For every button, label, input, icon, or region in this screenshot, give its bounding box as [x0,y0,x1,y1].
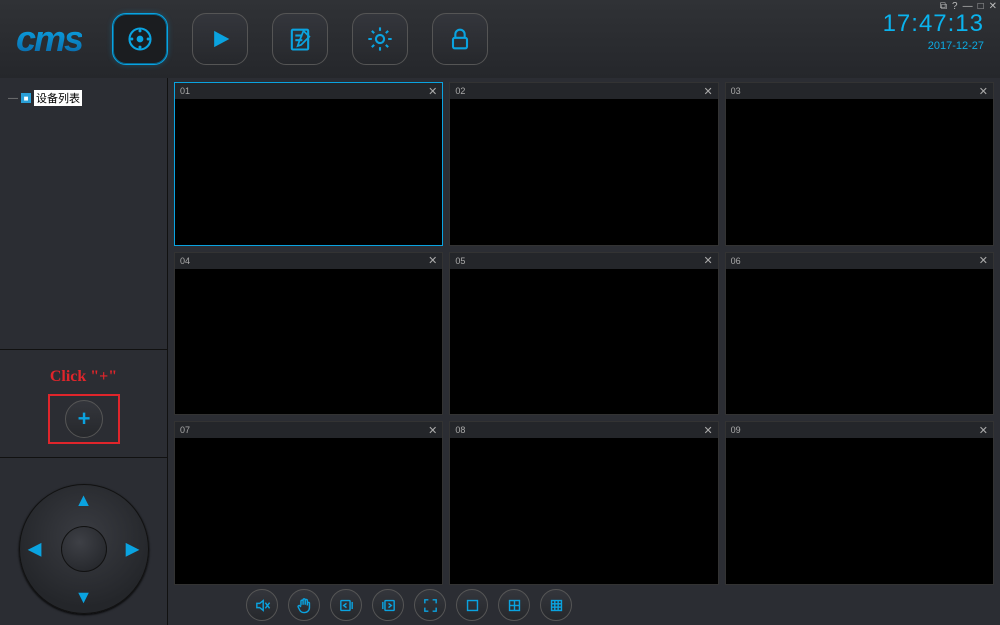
video-cell-header: 01 ✕ [175,83,442,99]
video-cell-close-icon[interactable]: ✕ [703,424,712,437]
clock-date: 2017-12-27 [883,40,984,52]
tree-folder-icon: ■ [21,93,31,103]
ptz-up-button[interactable]: ▲ [74,490,94,511]
video-cell-header: 04 ✕ [175,253,442,269]
video-cell[interactable]: 09 ✕ [725,421,994,585]
video-cell-label: 03 [731,86,741,96]
video-cell[interactable]: 08 ✕ [449,421,718,585]
settings-button[interactable] [352,13,408,65]
next-page-button[interactable] [372,589,404,621]
video-cell[interactable]: 05 ✕ [449,252,718,416]
record-icon [126,25,154,53]
talk-button[interactable] [288,589,320,621]
video-cell-close-icon[interactable]: ✕ [979,424,988,437]
video-cell-close-icon[interactable]: ✕ [979,85,988,98]
video-cell[interactable]: 02 ✕ [449,82,718,246]
video-cell-header: 02 ✕ [450,83,717,99]
video-cell-header: 07 ✕ [175,422,442,438]
video-cell-label: 04 [180,256,190,266]
hand-icon [296,597,313,614]
video-cell-label: 09 [731,425,741,435]
ptz-center-button[interactable] [61,526,107,572]
live-view-button[interactable] [112,13,168,65]
close-icon[interactable]: ✕ [988,1,998,12]
lock-icon [446,25,474,53]
bottom-toolbar [168,585,1000,625]
page-prev-icon [338,597,355,614]
top-bar: cms ⧉ ? — □ ✕ 17:47:13 2017-12-27 [0,0,1000,78]
play-icon [206,25,234,53]
video-cell-header: 06 ✕ [726,253,993,269]
video-cell-label: 08 [455,425,465,435]
ptz-dpad: ▲ ▼ ◀ ▶ [19,484,149,614]
video-cell-close-icon[interactable]: ✕ [703,254,712,267]
device-tree-root[interactable]: — ■ 设备列表 [8,90,159,106]
video-cell-close-icon[interactable]: ✕ [428,254,437,267]
video-cell-header: 08 ✕ [450,422,717,438]
layout-9-icon [548,597,565,614]
video-cell-close-icon[interactable]: ✕ [703,85,712,98]
layout-4-button[interactable] [498,589,530,621]
clock: 17:47:13 2017-12-27 [883,10,984,52]
mute-button[interactable] [246,589,278,621]
log-icon [286,25,314,53]
video-cell[interactable]: 03 ✕ [725,82,994,246]
log-button[interactable] [272,13,328,65]
video-cell-close-icon[interactable]: ✕ [428,424,437,437]
fullscreen-button[interactable] [414,589,446,621]
mute-icon [254,597,271,614]
app-logo: cms [16,18,82,60]
video-cell-header: 05 ✕ [450,253,717,269]
video-cell-label: 02 [455,86,465,96]
gear-icon [366,25,394,53]
ptz-left-button[interactable]: ◀ [25,539,45,560]
video-cell-header: 03 ✕ [726,83,993,99]
video-cell-close-icon[interactable]: ✕ [979,254,988,267]
video-cell[interactable]: 07 ✕ [174,421,443,585]
layout-9-button[interactable] [540,589,572,621]
lock-button[interactable] [432,13,488,65]
page-next-icon [380,597,397,614]
layout-1-icon [464,597,481,614]
top-nav [112,13,488,65]
device-list-panel: — ■ 设备列表 [0,78,167,350]
add-device-button[interactable]: + [65,400,103,438]
ptz-right-button[interactable]: ▶ [123,539,143,560]
video-cell[interactable]: 06 ✕ [725,252,994,416]
ptz-down-button[interactable]: ▼ [74,587,94,608]
video-grid: 01 ✕ 02 ✕ 03 ✕ 04 ✕ 05 ✕ [174,82,994,585]
video-cell-label: 06 [731,256,741,266]
video-cell-close-icon[interactable]: ✕ [428,85,437,98]
layout-4-icon [506,597,523,614]
add-device-panel: Click "+" + [0,350,167,458]
clock-time: 17:47:13 [883,10,984,38]
video-cell[interactable]: 04 ✕ [174,252,443,416]
sidebar: — ■ 设备列表 Click "+" + ▲ ▼ ◀ ▶ [0,78,168,625]
prev-page-button[interactable] [330,589,362,621]
layout-1-button[interactable] [456,589,488,621]
add-device-highlight: + [48,394,120,444]
tree-caret-icon: — [8,93,18,104]
device-tree-label: 设备列表 [34,90,82,106]
fullscreen-icon [422,597,439,614]
playback-button[interactable] [192,13,248,65]
video-grid-area: 01 ✕ 02 ✕ 03 ✕ 04 ✕ 05 ✕ [168,78,1000,585]
video-cell-label: 07 [180,425,190,435]
video-cell-header: 09 ✕ [726,422,993,438]
video-cell-label: 01 [180,86,190,96]
video-cell[interactable]: 01 ✕ [174,82,443,246]
ptz-panel: ▲ ▼ ◀ ▶ [0,458,167,614]
click-hint: Click "+" [0,368,167,386]
video-cell-label: 05 [455,256,465,266]
